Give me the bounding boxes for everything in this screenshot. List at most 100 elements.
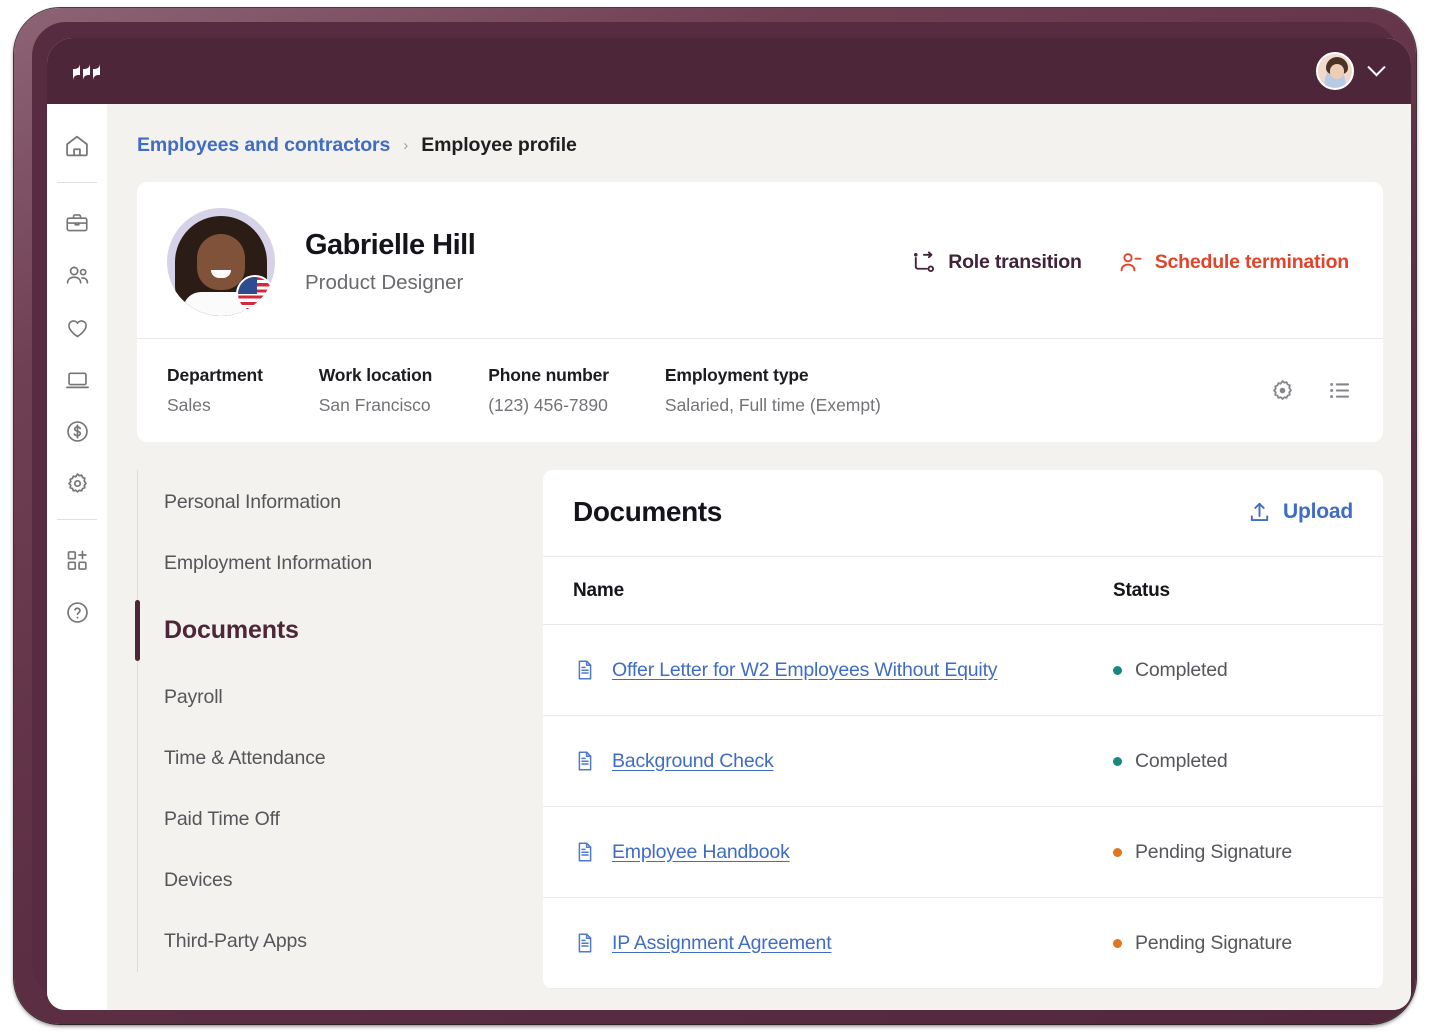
nav-item-label: Paid Time Off (164, 808, 280, 830)
rail-divider-bottom (57, 519, 97, 520)
document-name-cell: Offer Letter for W2 Employees Without Eq… (543, 658, 1113, 682)
breadcrumb-separator: › (403, 137, 408, 154)
us-flag-badge (236, 275, 274, 313)
employee-profile-card: Gabrielle Hill Product Designer (137, 182, 1383, 442)
status-dot (1113, 939, 1122, 948)
list-icon[interactable] (1326, 377, 1353, 404)
section-nav: Personal Information Employment Informat… (137, 470, 517, 972)
apps-plus-icon (64, 547, 91, 574)
meta-label: Employment type (665, 365, 881, 386)
status-dot (1113, 848, 1122, 857)
breadcrumb-current: Employee profile (421, 134, 577, 157)
gear-icon[interactable] (1269, 377, 1296, 404)
sidebar-item-time-attendance[interactable]: Time & Attendance (138, 728, 517, 789)
document-name-cell: Background Check (543, 749, 1113, 773)
upload-label: Upload (1283, 500, 1353, 524)
sidebar-item-payroll[interactable] (53, 405, 101, 457)
documents-panel: Documents Upload (543, 470, 1383, 989)
status-dot (1113, 666, 1122, 675)
document-link[interactable]: Employee Handbook (612, 841, 790, 864)
sidebar-item-benefits[interactable] (53, 301, 101, 353)
documents-panel-header: Documents Upload (543, 470, 1383, 557)
sidebar-item-help[interactable] (53, 586, 101, 638)
table-row[interactable]: IP Assignment Agreement Pending Signatur… (543, 898, 1383, 989)
nav-item-label: Third-Party Apps (164, 930, 307, 952)
sidebar-item-apps[interactable] (53, 534, 101, 586)
profile-meta-bar: Department Sales Work location San Franc… (137, 339, 1383, 442)
sidebar-item-settings[interactable] (53, 457, 101, 509)
status-badge: Completed (1135, 659, 1228, 682)
upload-button[interactable]: Upload (1247, 500, 1353, 525)
meta-label: Department (167, 365, 263, 386)
sidebar-item-paid-time-off[interactable]: Paid Time Off (138, 789, 517, 850)
schedule-termination-label: Schedule termination (1155, 251, 1349, 274)
gear-icon (64, 470, 91, 497)
app-screen: Employees and contractors › Employee pro… (47, 38, 1411, 1010)
column-header-status: Status (1113, 580, 1383, 602)
rippling-logo[interactable] (73, 58, 100, 84)
meta-phone-number: Phone number (123) 456-7890 (488, 365, 609, 416)
nav-item-label: Time & Attendance (164, 747, 326, 769)
document-icon (573, 931, 597, 955)
document-link[interactable]: Background Check (612, 750, 774, 773)
dollar-circle-icon (64, 418, 91, 445)
app-header (47, 38, 1411, 104)
sidebar-item-devices[interactable] (53, 353, 101, 405)
role-transition-button[interactable]: Role transition (911, 250, 1082, 275)
breadcrumb: Employees and contractors › Employee pro… (137, 132, 1383, 158)
sidebar-item-briefcase[interactable] (53, 197, 101, 249)
profile-meta-actions (1269, 377, 1353, 404)
sidebar-item-devices[interactable]: Devices (138, 850, 517, 911)
chevron-down-icon[interactable] (1367, 58, 1385, 76)
user-avatar[interactable] (1316, 52, 1354, 90)
meta-department: Department Sales (167, 365, 263, 416)
sidebar-item-employment-information[interactable]: Employment Information (138, 533, 517, 594)
sidebar-item-personal-information[interactable]: Personal Information (138, 472, 517, 533)
status-badge: Completed (1135, 750, 1228, 773)
table-row[interactable]: Employee Handbook Pending Signature (543, 807, 1383, 898)
role-transition-label: Role transition (948, 251, 1082, 274)
person-minus-icon (1118, 250, 1143, 275)
meta-value: San Francisco (319, 395, 432, 416)
document-link[interactable]: Offer Letter for W2 Employees Without Eq… (612, 659, 997, 682)
nav-item-label: Documents (164, 616, 299, 644)
sidebar-item-third-party-apps[interactable]: Third-Party Apps (138, 911, 517, 972)
document-icon (573, 658, 597, 682)
table-row[interactable]: Offer Letter for W2 Employees Without Eq… (543, 625, 1383, 716)
help-circle-icon (64, 599, 91, 626)
employee-job-title: Product Designer (305, 271, 475, 295)
table-row[interactable]: Background Check Completed (543, 716, 1383, 807)
meta-work-location: Work location San Francisco (319, 365, 432, 416)
header-right-group (1316, 52, 1383, 90)
sidebar-item-people[interactable] (53, 249, 101, 301)
sidebar-item-home[interactable] (53, 120, 101, 172)
device-frame: Employees and contractors › Employee pro… (14, 8, 1416, 1024)
status-dot (1113, 757, 1122, 766)
sidebar-item-payroll[interactable]: Payroll (138, 667, 517, 728)
breadcrumb-parent-link[interactable]: Employees and contractors (137, 134, 390, 157)
document-link[interactable]: IP Assignment Agreement (612, 932, 831, 955)
upload-icon (1247, 500, 1272, 525)
sidebar-item-documents[interactable]: Documents (138, 594, 517, 667)
profile-header: Gabrielle Hill Product Designer (137, 182, 1383, 339)
document-status-cell: Completed (1113, 750, 1383, 773)
profile-sections: Personal Information Employment Informat… (137, 470, 1383, 989)
document-icon (573, 749, 597, 773)
employee-avatar[interactable] (167, 208, 275, 316)
table-header-row: Name Status (543, 557, 1383, 625)
status-badge: Pending Signature (1135, 841, 1292, 864)
meta-label: Phone number (488, 365, 609, 386)
document-status-cell: Pending Signature (1113, 932, 1383, 955)
main-content: Employees and contractors › Employee pro… (107, 104, 1411, 1010)
rail-divider-top (57, 182, 97, 183)
profile-actions: Role transition Schedule termination (911, 250, 1353, 275)
nav-item-label: Employment Information (164, 552, 372, 574)
meta-label: Work location (319, 365, 432, 386)
schedule-termination-button[interactable]: Schedule termination (1118, 250, 1349, 275)
meta-value: Sales (167, 395, 263, 416)
meta-value: Salaried, Full time (Exempt) (665, 395, 881, 416)
meta-employment-type: Employment type Salaried, Full time (Exe… (665, 365, 881, 416)
nav-item-label: Devices (164, 869, 232, 891)
documents-table: Name Status (543, 557, 1383, 989)
document-icon (573, 840, 597, 864)
